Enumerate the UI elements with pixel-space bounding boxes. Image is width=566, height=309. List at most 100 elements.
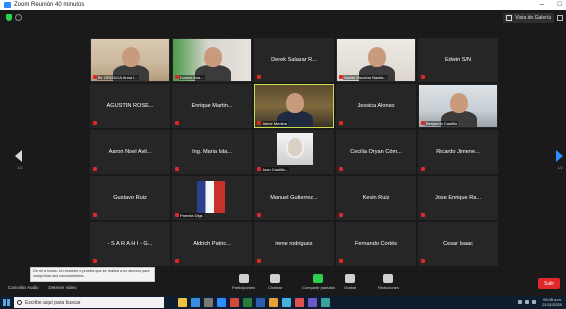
participant-name: Aaron Noel Avil... [108,149,152,155]
info-icon[interactable] [15,14,22,21]
participant-tile[interactable]: - S A R A H I - G... [90,222,170,266]
toolbar-label: Reacciones [378,285,399,290]
previous-page-arrow-icon[interactable] [15,150,22,162]
muted-mic-icon [339,213,343,217]
participant-tile[interactable]: Br. ORIZAGA Anna I... [90,38,170,82]
muted-mic-icon [93,121,97,125]
grid-icon [506,15,513,21]
security-shield-icon[interactable] [6,14,12,21]
participant-name: irene rodriguez [275,241,313,247]
file-explorer-icon[interactable] [178,298,187,307]
window-titlebar: Zoom Reunión 40 minutos – □ [0,0,566,10]
participant-tile[interactable]: Gustavo Ruiz [90,176,170,220]
muted-mic-icon [93,259,97,263]
participant-tile[interactable]: Aldrich Patric... [172,222,252,266]
network-icon[interactable] [518,300,522,304]
participant-tile[interactable]: Ricardo Jimene... [418,130,498,174]
participant-name: AGUSTIN ROSE... [106,103,154,109]
taskbar-search-placeholder: Escribe aquí para buscar [25,299,81,306]
next-page-arrow-icon[interactable] [556,150,563,162]
participant-name: Kevin Ruiz [362,195,390,201]
window-controls: – □ [540,0,562,10]
teams-icon[interactable] [308,298,317,307]
chat-icon [270,274,281,283]
battery-icon[interactable] [532,300,536,304]
participant-profile-picture [197,181,225,213]
app-icon[interactable] [321,298,330,307]
record-button[interactable]: Grabar [344,274,356,290]
page-indicator-left: 1/2 [17,165,23,170]
chat-notification-popup[interactable]: De mí a todos: Un examen o prueba que se… [30,267,155,282]
photos-icon[interactable] [282,298,291,307]
edge-browser-icon[interactable] [191,298,200,307]
toolbar-label: Chatear [268,285,283,290]
participant-tile[interactable]: Cesar Isaac [418,222,498,266]
participant-name-tag: Xavier Escobar Bautis... [343,75,388,80]
muted-mic-icon [421,167,425,171]
gallery-view-button[interactable]: Vista de Galería [503,13,554,23]
muted-mic-icon [175,259,179,263]
participant-name: Fernando Cortés [355,241,397,247]
powerpoint-icon[interactable] [230,298,239,307]
participant-name: Aldrich Patric... [193,241,231,247]
cancel-audio-button[interactable]: Cancelar Audio [8,285,39,290]
taskbar-search-box[interactable]: Escribe aquí para buscar [14,297,164,308]
excel-icon[interactable] [243,298,252,307]
gallery-view-label: Vista de Galería [515,15,551,21]
chrome-icon[interactable] [295,298,304,307]
participant-tile[interactable]: Manuel Gutierrez... [254,176,334,220]
windows-taskbar: Escribe aquí para buscar 09:45 a.m. 21/1… [0,296,566,309]
participant-tile[interactable]: Enrique Martin... [172,84,252,128]
participant-name: Jose Enrique Ra... [434,195,482,201]
participant-name: Cesar Isaac [443,241,473,247]
toolbar-label: Participantes [232,285,256,290]
stop-video-button[interactable]: Detener video [49,285,77,290]
muted-mic-icon [421,75,425,79]
zoom-taskbar-icon[interactable] [217,298,226,307]
participant-tile[interactable]: AGUSTIN ROSE... [90,84,170,128]
participant-profile-picture [277,133,313,165]
participant-name: Gustavo Ruiz [113,195,147,201]
maximize-icon[interactable]: □ [558,0,562,10]
leave-meeting-button[interactable]: Salir [538,278,560,289]
participant-tile[interactable]: Pamela Dlgs [172,176,252,220]
minimize-icon[interactable]: – [540,0,544,10]
participant-tile[interactable]: Aaron Noel Avil... [90,130,170,174]
participant-tile[interactable]: Derek Salazar R... [254,38,334,82]
fullscreen-icon[interactable] [557,15,563,21]
participant-name-tag: Br. ORIZAGA Anna I... [97,75,139,80]
participant-tile[interactable]: irene rodriguez [254,222,334,266]
participant-tile[interactable]: Jessica Alonso [336,84,416,128]
system-tray-icons [518,300,536,304]
muted-mic-icon [175,167,179,171]
page-indicator-right: 1/2 [557,165,563,170]
system-clock[interactable]: 09:45 a.m. 21/11/2020 [542,297,562,307]
windows-start-icon[interactable] [3,299,10,306]
muted-mic-icon [93,213,97,217]
share-screen-icon [313,274,324,283]
participants-button[interactable]: 42 Participantes [232,273,256,290]
participant-tile[interactable]: Lucero Ana... [172,38,252,82]
muted-mic-icon [175,121,179,125]
participant-count: 42 [243,273,248,278]
participant-tile[interactable]: Edwin S/N [418,38,498,82]
chat-button[interactable]: Chatear [268,274,282,290]
participant-tile[interactable]: Jose Enrique Ra... [418,176,498,220]
share-screen-button[interactable]: Compartir pantalla [302,274,335,290]
participant-tile[interactable]: Juan Castillo... [254,130,334,174]
participant-tile[interactable]: Jaime Medina [254,84,334,128]
store-icon[interactable] [204,298,213,307]
participant-tile[interactable]: Benjamín Castillo [418,84,498,128]
participant-tile[interactable]: Cecilia Oryan Cóm... [336,130,416,174]
muted-mic-icon [339,121,343,125]
participant-tile[interactable]: Kevin Ruiz [336,176,416,220]
participant-tile[interactable]: Xavier Escobar Bautis... [336,38,416,82]
volume-icon[interactable] [525,300,529,304]
reactions-button[interactable]: Reacciones [378,274,399,290]
participant-tile[interactable]: Fernando Cortés [336,222,416,266]
participant-tile[interactable]: Ing. Maria Isla... [172,130,252,174]
toolbar-label: Compartir pantalla [302,285,335,290]
word-icon[interactable] [256,298,265,307]
folder-icon[interactable] [269,298,278,307]
participant-grid: Br. ORIZAGA Anna I... Lucero Ana... Derek … [90,38,498,266]
